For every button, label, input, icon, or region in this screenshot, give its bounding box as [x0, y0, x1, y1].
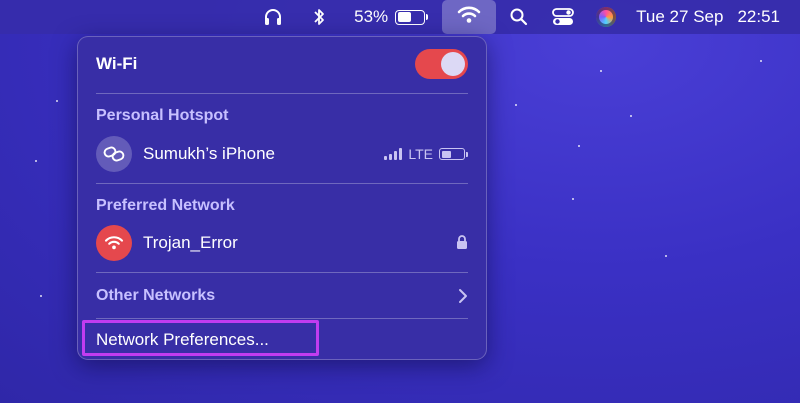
wifi-title: Wi-Fi [96, 54, 138, 73]
background-star [56, 100, 58, 102]
hotspot-battery-icon [439, 148, 465, 160]
bluetooth-menu-item[interactable] [308, 0, 330, 34]
hotspot-section-header: Personal Hotspot [96, 105, 468, 127]
lock-icon [456, 234, 468, 253]
menu-bar: 53% Tue 27 Sep 22:51 [0, 0, 800, 34]
background-star [578, 145, 580, 147]
background-star [572, 198, 574, 200]
hotspot-device-name: Sumukh’s iPhone [143, 144, 275, 163]
battery-menu-item[interactable]: 53% [354, 0, 429, 34]
battery-level-fill [397, 12, 411, 22]
wifi-header-row: Wi-Fi [96, 47, 468, 81]
other-networks-label: Other Networks [96, 287, 216, 304]
clock-menu-item[interactable]: Tue 27 Sep 22:51 [636, 0, 780, 34]
background-star [665, 255, 667, 257]
background-star [600, 70, 602, 72]
menubar-date: Tue 27 Sep [636, 7, 724, 26]
preferred-section-label: Preferred Network [96, 197, 235, 214]
hotspot-section-label: Personal Hotspot [96, 107, 229, 124]
divider [96, 183, 468, 184]
network-type-label: LTE [408, 146, 433, 162]
other-networks-row[interactable]: Other Networks [96, 284, 468, 308]
wifi-menu-item[interactable] [442, 0, 497, 34]
hotspot-battery-tip [466, 151, 468, 157]
divider [96, 272, 468, 273]
headphones-menu-item[interactable] [262, 0, 284, 34]
toggle-knob [441, 52, 465, 76]
hotspot-battery-fill [441, 150, 451, 158]
background-star [35, 160, 37, 162]
preferred-network-name: Trojan_Error [143, 233, 238, 252]
battery-tip [426, 14, 429, 20]
battery-icon [395, 9, 426, 25]
hotspot-status: LTE [384, 146, 468, 162]
control-center-icon [552, 6, 575, 28]
wifi-menu-item-active[interactable] [442, 0, 497, 34]
divider [96, 318, 468, 319]
control-center-menu-item[interactable] [552, 0, 575, 34]
preferred-network-row[interactable]: Trojan_Error [96, 224, 468, 262]
siri-menu-item[interactable] [596, 0, 617, 34]
hotspot-link-icon [96, 136, 132, 172]
divider [96, 93, 468, 94]
hotspot-device-row[interactable]: Sumukh’s iPhone LTE [96, 135, 468, 173]
wifi-icon [457, 5, 481, 30]
spotlight-menu-item[interactable] [508, 0, 530, 34]
network-security [456, 234, 468, 253]
chevron-right-icon [458, 288, 468, 304]
background-star [760, 60, 762, 62]
battery-percent: 53% [354, 7, 389, 26]
menubar-time: 22:51 [737, 7, 780, 26]
wifi-network-icon [96, 225, 132, 261]
preferred-section-header: Preferred Network [96, 195, 468, 217]
wifi-toggle[interactable] [415, 49, 468, 79]
bluetooth-icon [308, 6, 330, 28]
wifi-menu-panel: Wi-Fi Personal Hotspot Sumukh’s iPhone L… [77, 36, 487, 360]
headphones-icon [262, 6, 284, 28]
background-star [630, 115, 632, 117]
signal-bars-icon [384, 148, 403, 160]
highlight-outline [82, 320, 319, 356]
siri-icon [596, 7, 617, 27]
background-star [515, 104, 517, 106]
background-star [40, 295, 42, 297]
search-icon [508, 6, 530, 28]
